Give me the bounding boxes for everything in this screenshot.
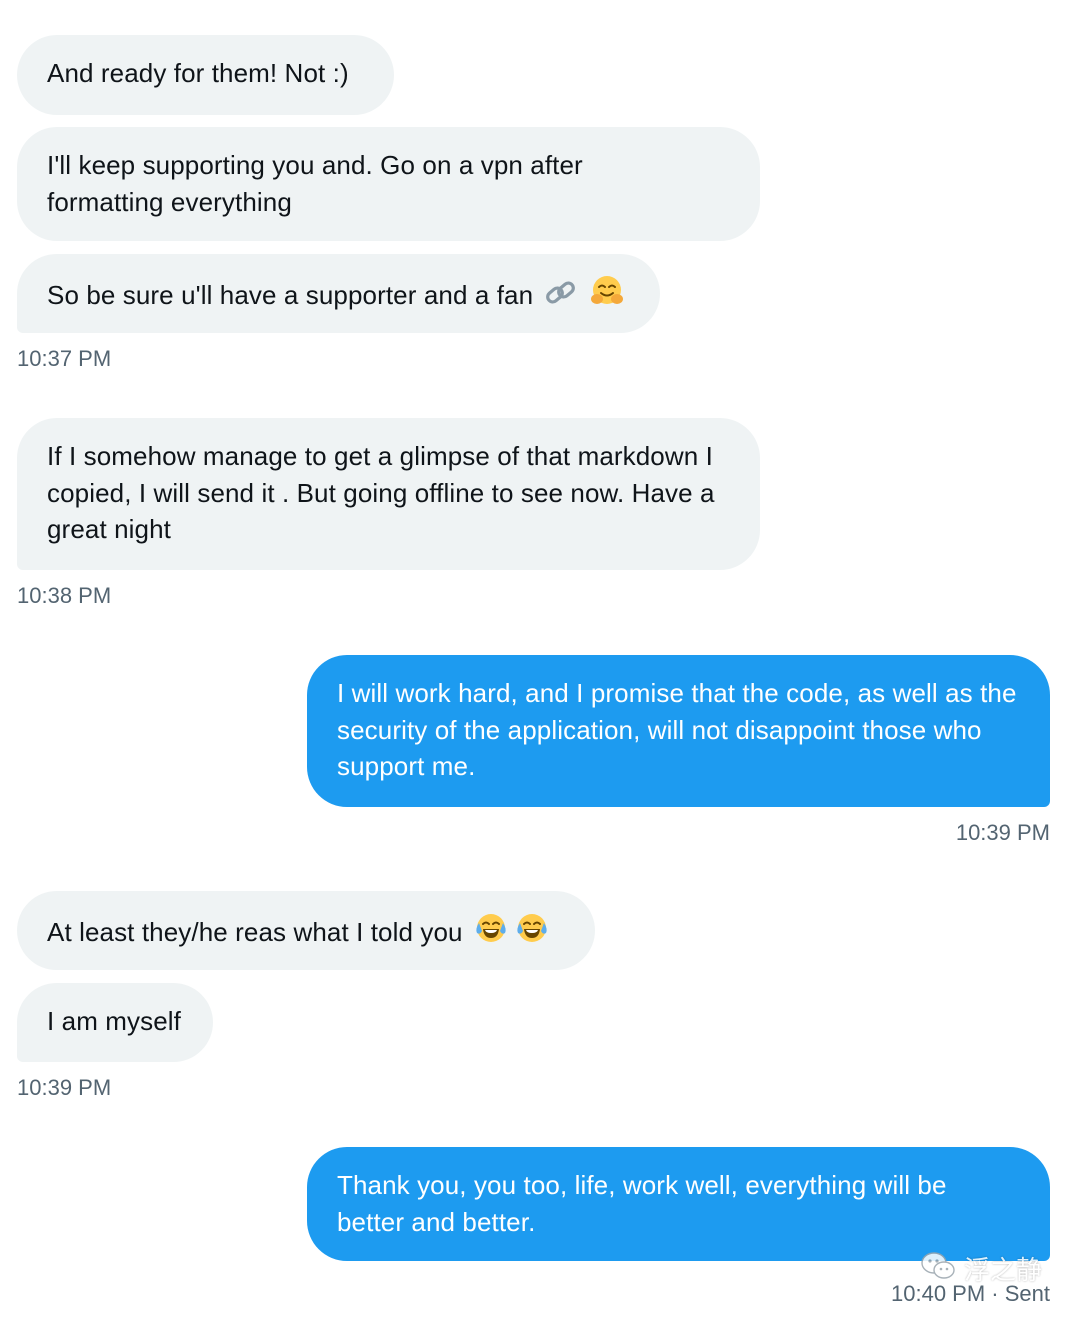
message-bubble-outgoing[interactable]: I will work hard, and I promise that the… bbox=[307, 655, 1050, 807]
timestamp: 10:38 PM bbox=[17, 583, 112, 608]
watermark-text: 浮之静 bbox=[964, 1255, 1043, 1286]
message-bubble-incoming[interactable]: I am myself bbox=[17, 983, 213, 1062]
message-text: I will work hard, and I promise that the… bbox=[337, 678, 1017, 781]
tears-of-joy-icon bbox=[474, 911, 508, 945]
message-bubble-incoming[interactable]: I'll keep supporting you and. Go on a vp… bbox=[17, 127, 760, 241]
message-text: So be sure u'll have a supporter and a f… bbox=[47, 280, 534, 310]
message-bubble-outgoing[interactable]: Thank you, you too, life, work well, eve… bbox=[307, 1147, 1050, 1261]
message-text: Thank you, you too, life, work well, eve… bbox=[337, 1170, 947, 1237]
message-text: And ready for them! Not :) bbox=[47, 58, 349, 88]
message-bubble-incoming[interactable]: So be sure u'll have a supporter and a f… bbox=[17, 254, 660, 333]
message-bubble-incoming[interactable]: And ready for them! Not :) bbox=[17, 35, 394, 115]
message-text: I'll keep supporting you and. Go on a vp… bbox=[47, 150, 583, 217]
tears-of-joy-icon bbox=[515, 911, 549, 945]
message-bubble-incoming[interactable]: If I somehow manage to get a glimpse of … bbox=[17, 418, 760, 570]
link-icon bbox=[544, 278, 578, 308]
timestamp: 10:39 PM bbox=[17, 1075, 112, 1100]
hugging-face-icon bbox=[590, 274, 624, 308]
message-text: At least they/he reas what I told you bbox=[47, 917, 463, 947]
message-text: I am myself bbox=[47, 1006, 182, 1036]
watermark: 浮之静 bbox=[920, 1250, 1060, 1286]
timestamp: 10:39 PM bbox=[955, 820, 1050, 845]
message-text: If I somehow manage to get a glimpse of … bbox=[47, 441, 715, 544]
message-bubble-incoming[interactable]: At least they/he reas what I told you bbox=[17, 891, 595, 970]
wechat-icon bbox=[920, 1251, 956, 1286]
timestamp: 10:37 PM bbox=[17, 346, 112, 371]
